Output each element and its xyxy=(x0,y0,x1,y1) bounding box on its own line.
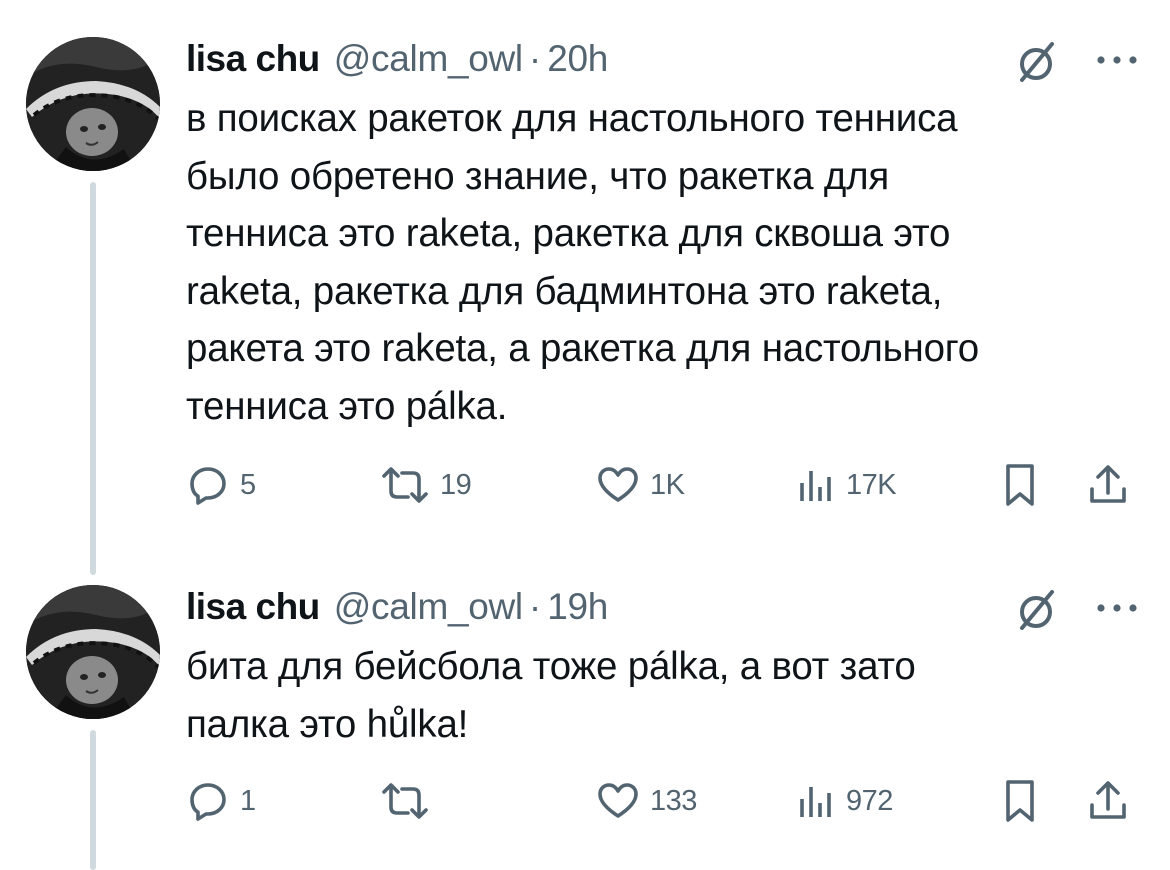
more-dots-icon[interactable] xyxy=(1093,598,1141,618)
tweet-text: бита для бейсбола тоже pálka, а вот зато… xyxy=(186,645,916,746)
views-button[interactable]: 972 xyxy=(796,776,893,826)
grok-icon[interactable] xyxy=(1012,586,1060,634)
bookmark-button[interactable] xyxy=(1000,460,1040,510)
separator-dot: · xyxy=(528,38,542,79)
thread-line xyxy=(90,182,96,575)
reply-button[interactable]: 5 xyxy=(186,460,256,510)
tweet-actions: 1 133 972 xyxy=(186,776,1146,826)
grok-icon[interactable] xyxy=(1012,38,1060,86)
reply-button[interactable]: 1 xyxy=(186,776,256,826)
author-handle[interactable]: @calm_owl xyxy=(334,36,523,82)
reply-icon xyxy=(190,467,226,505)
repost-icon xyxy=(382,783,428,819)
tweet-header: lisa chu @calm_owl · 20h xyxy=(186,36,608,82)
repost-icon xyxy=(382,467,428,503)
separator-dot: · xyxy=(528,586,542,627)
like-button[interactable]: 1K xyxy=(596,460,685,510)
reply-count: 5 xyxy=(240,468,256,501)
author-name[interactable]: lisa chu xyxy=(186,36,320,82)
reply-count: 1 xyxy=(240,784,256,817)
repost-button[interactable]: 19 xyxy=(380,460,472,510)
heart-icon xyxy=(598,467,638,502)
avatar[interactable] xyxy=(26,37,160,171)
bookmark-icon xyxy=(1006,464,1034,506)
bookmark-button[interactable] xyxy=(1000,776,1040,826)
timestamp[interactable]: 20h xyxy=(547,36,608,82)
author-handle[interactable]: @calm_owl xyxy=(334,584,523,630)
tweet-header: lisa chu @calm_owl · 19h xyxy=(186,584,608,630)
views-count: 972 xyxy=(846,784,893,817)
bookmark-icon xyxy=(1006,780,1034,822)
tweet[interactable]: lisa chu @calm_owl · 19h бита для бейсбо… xyxy=(0,560,1170,870)
tweet-text: в поисках ракеток для настольного теннис… xyxy=(186,97,979,428)
views-chart-icon xyxy=(800,471,831,501)
tweet[interactable]: lisa chu @calm_owl · 20h в поисках ракет… xyxy=(0,0,1170,575)
repost-button[interactable] xyxy=(380,776,440,826)
views-count: 17K xyxy=(846,468,897,501)
share-icon xyxy=(1090,781,1126,819)
reply-icon xyxy=(190,783,226,821)
views-chart-icon xyxy=(800,787,831,817)
share-button[interactable] xyxy=(1086,776,1130,826)
avatar[interactable] xyxy=(26,585,160,719)
heart-icon xyxy=(598,783,638,818)
timestamp[interactable]: 19h xyxy=(547,584,608,630)
thread-line xyxy=(90,730,96,870)
like-count: 1K xyxy=(650,468,685,501)
share-icon xyxy=(1090,465,1126,503)
tweet-actions: 5 19 1K 17K xyxy=(186,460,1146,510)
author-name[interactable]: lisa chu xyxy=(186,584,320,630)
views-button[interactable]: 17K xyxy=(796,460,897,510)
more-dots-icon[interactable] xyxy=(1093,50,1141,70)
repost-count: 19 xyxy=(440,468,472,501)
like-count: 133 xyxy=(650,784,697,817)
share-button[interactable] xyxy=(1086,460,1130,510)
like-button[interactable]: 133 xyxy=(596,776,697,826)
